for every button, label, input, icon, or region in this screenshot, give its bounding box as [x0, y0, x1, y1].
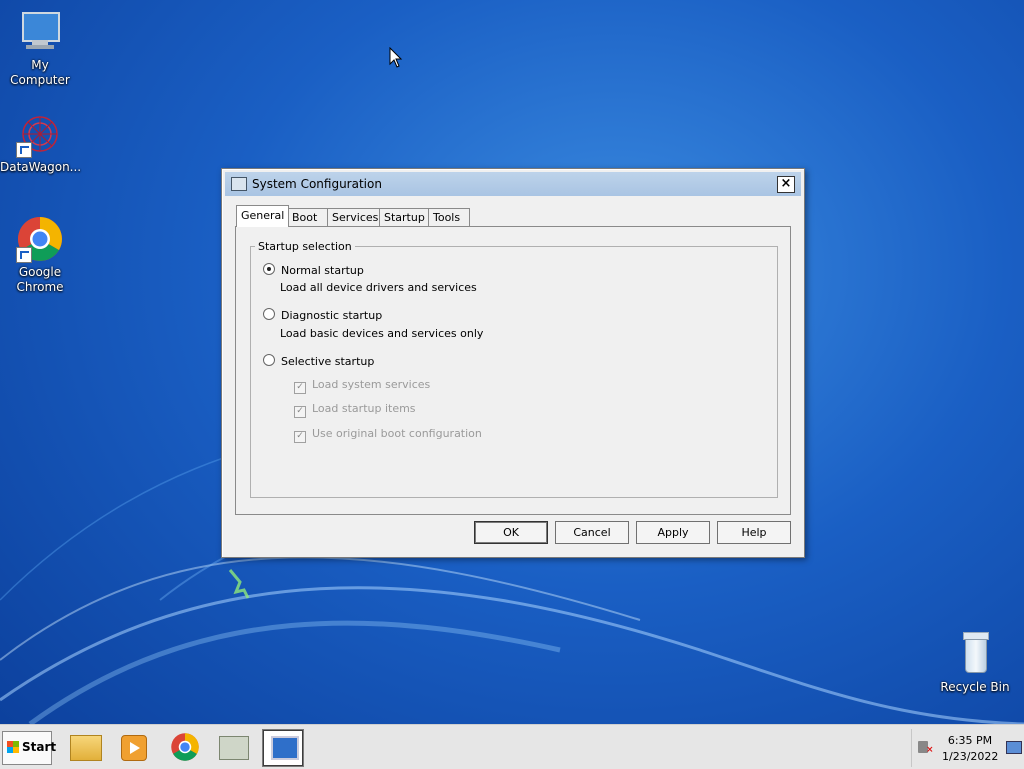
desktop-icon-label: Google Chrome	[16, 265, 64, 294]
clock[interactable]: 6:35 PM 1/23/2022	[942, 733, 998, 765]
option-description: Load all device drivers and services	[280, 281, 477, 294]
taskbar-media-player[interactable]	[113, 729, 153, 765]
network-icon	[219, 736, 249, 760]
taskbar: Start × 6:35 PM 1/23/2022	[0, 724, 1024, 769]
cancel-button[interactable]: Cancel	[555, 521, 629, 544]
desktop-icon-datawagon[interactable]: DataWagon...	[0, 110, 82, 175]
computer-icon	[16, 8, 64, 56]
taskbar-file-explorer[interactable]	[66, 729, 106, 765]
radio-selective-startup[interactable]: Selective startup	[263, 354, 374, 368]
option-description: Load basic devices and services only	[280, 327, 484, 340]
system-configuration-dialog: System Configuration × General Boot Serv…	[221, 168, 805, 558]
checkbox-label: Load system services	[312, 378, 431, 391]
clock-date: 1/23/2022	[942, 750, 999, 763]
checkbox-checked[interactable]: ✓	[294, 431, 306, 443]
chrome-icon	[16, 215, 64, 263]
desktop-icon-label: My Computer	[10, 58, 70, 87]
desktop-icon-google-chrome[interactable]: Google Chrome	[0, 215, 80, 295]
volume-muted-icon[interactable]: ×	[918, 741, 934, 755]
checkbox-load-system-services[interactable]: ✓ Load system services	[294, 378, 430, 394]
taskbar-network-app[interactable]	[214, 729, 254, 765]
windows-logo-icon	[7, 741, 19, 753]
tab-startup[interactable]: Startup	[379, 208, 430, 227]
tab-boot[interactable]: Boot	[287, 208, 329, 227]
mouse-cursor-icon	[389, 47, 403, 68]
close-button[interactable]: ×	[777, 176, 795, 193]
radio-button[interactable]	[263, 354, 275, 366]
msconfig-icon	[231, 177, 247, 191]
shortcut-arrow-icon	[16, 247, 32, 263]
checkbox-label: Use original boot configuration	[312, 427, 482, 440]
tab-services[interactable]: Services	[327, 208, 384, 227]
taskbar-chrome[interactable]	[165, 729, 205, 765]
radio-label: Selective startup	[281, 355, 375, 368]
group-title: Startup selection	[255, 240, 355, 253]
media-player-icon	[121, 735, 147, 761]
help-button[interactable]: Help	[717, 521, 791, 544]
desktop-icon-label: Recycle Bin	[940, 680, 1010, 694]
clock-time: 6:35 PM	[947, 734, 993, 747]
recycle-bin-icon	[951, 630, 999, 678]
show-desktop-icon[interactable]	[1006, 741, 1022, 754]
shortcut-arrow-icon	[16, 142, 32, 158]
checkbox-use-original-boot-configuration[interactable]: ✓ Use original boot configuration	[294, 427, 482, 443]
dialog-title: System Configuration	[252, 177, 382, 191]
checkbox-load-startup-items[interactable]: ✓ Load startup items	[294, 402, 416, 418]
radio-label: Diagnostic startup	[281, 309, 383, 322]
radio-button[interactable]	[263, 308, 275, 320]
file-explorer-icon	[70, 735, 102, 761]
system-config-icon	[271, 736, 299, 760]
desktop-icon-label: DataWagon...	[0, 160, 82, 174]
desktop-icon-recycle-bin[interactable]: Recycle Bin	[935, 630, 1015, 695]
start-button[interactable]: Start	[2, 731, 56, 765]
dialog-titlebar[interactable]: System Configuration ×	[225, 172, 801, 196]
radio-diagnostic-startup[interactable]: Diagnostic startup	[263, 308, 382, 322]
taskbar-system-configuration[interactable]	[262, 729, 304, 767]
checkbox-checked[interactable]: ✓	[294, 382, 306, 394]
desktop-icon-my-computer[interactable]: My Computer	[0, 8, 80, 88]
system-tray: × 6:35 PM 1/23/2022	[911, 729, 1024, 767]
general-tab-panel: Startup selection Normal startup Load al…	[235, 226, 791, 515]
apply-button[interactable]: Apply	[636, 521, 710, 544]
radio-normal-startup[interactable]: Normal startup	[263, 263, 364, 277]
tab-general[interactable]: General	[236, 205, 290, 227]
start-label: Start	[22, 740, 57, 754]
radio-label: Normal startup	[281, 264, 364, 277]
radio-button-selected[interactable]	[263, 263, 275, 275]
chrome-icon	[171, 733, 199, 761]
tab-tools[interactable]: Tools	[428, 208, 470, 227]
checkbox-checked[interactable]: ✓	[294, 406, 306, 418]
checkbox-label: Load startup items	[312, 402, 416, 415]
ok-button[interactable]: OK	[474, 521, 548, 544]
datawagon-icon	[16, 110, 64, 158]
